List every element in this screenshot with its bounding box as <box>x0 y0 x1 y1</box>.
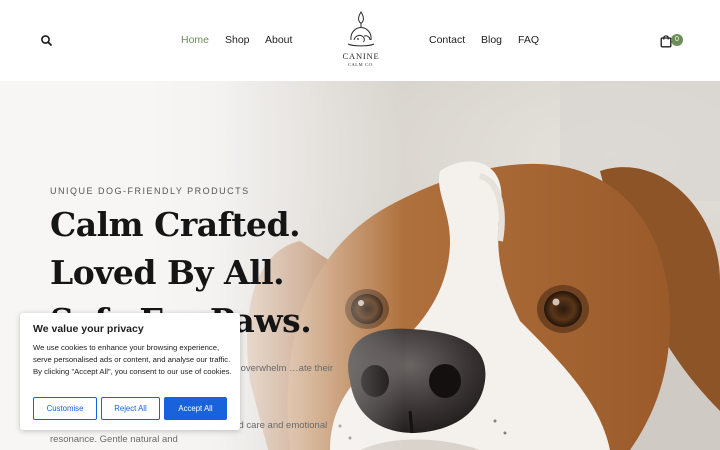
cookie-title: We value your privacy <box>33 323 144 335</box>
nav-about[interactable]: About <box>265 33 292 47</box>
logo-title: CANINE <box>342 51 380 61</box>
hero-eyebrow: UNIQUE DOG-FRIENDLY PRODUCTS <box>50 186 250 196</box>
logo-subtitle: CALM CO. <box>347 62 375 67</box>
cookie-reject-all-button[interactable]: Reject All <box>101 397 160 420</box>
candle-dog-logo-icon <box>347 11 375 47</box>
hero-headline-line-1: Calm Crafted. <box>50 205 301 244</box>
nav-faq[interactable]: FAQ <box>518 33 539 47</box>
cookie-customise-button[interactable]: Customise <box>33 397 97 420</box>
nav-contact[interactable]: Contact <box>429 33 465 47</box>
site-header: Home Shop About CANINE CALM CO. Contact … <box>0 0 720 81</box>
cookie-consent-banner: We value your privacy We use cookies to … <box>20 313 240 430</box>
nav-home[interactable]: Home <box>181 33 209 47</box>
cookie-description: We use cookies to enhance your browsing … <box>33 343 232 376</box>
search-icon[interactable] <box>39 33 55 49</box>
brand-logo[interactable]: CANINE CALM CO. <box>339 10 383 70</box>
cookie-accept-all-button[interactable]: Accept All <box>164 397 227 420</box>
hero-headline-line-2: Loved By All. <box>50 253 285 292</box>
nav-blog[interactable]: Blog <box>481 33 502 47</box>
cart-button[interactable]: 0 <box>660 33 684 49</box>
cart-count-badge: 0 <box>671 34 683 46</box>
nav-shop[interactable]: Shop <box>225 33 250 47</box>
